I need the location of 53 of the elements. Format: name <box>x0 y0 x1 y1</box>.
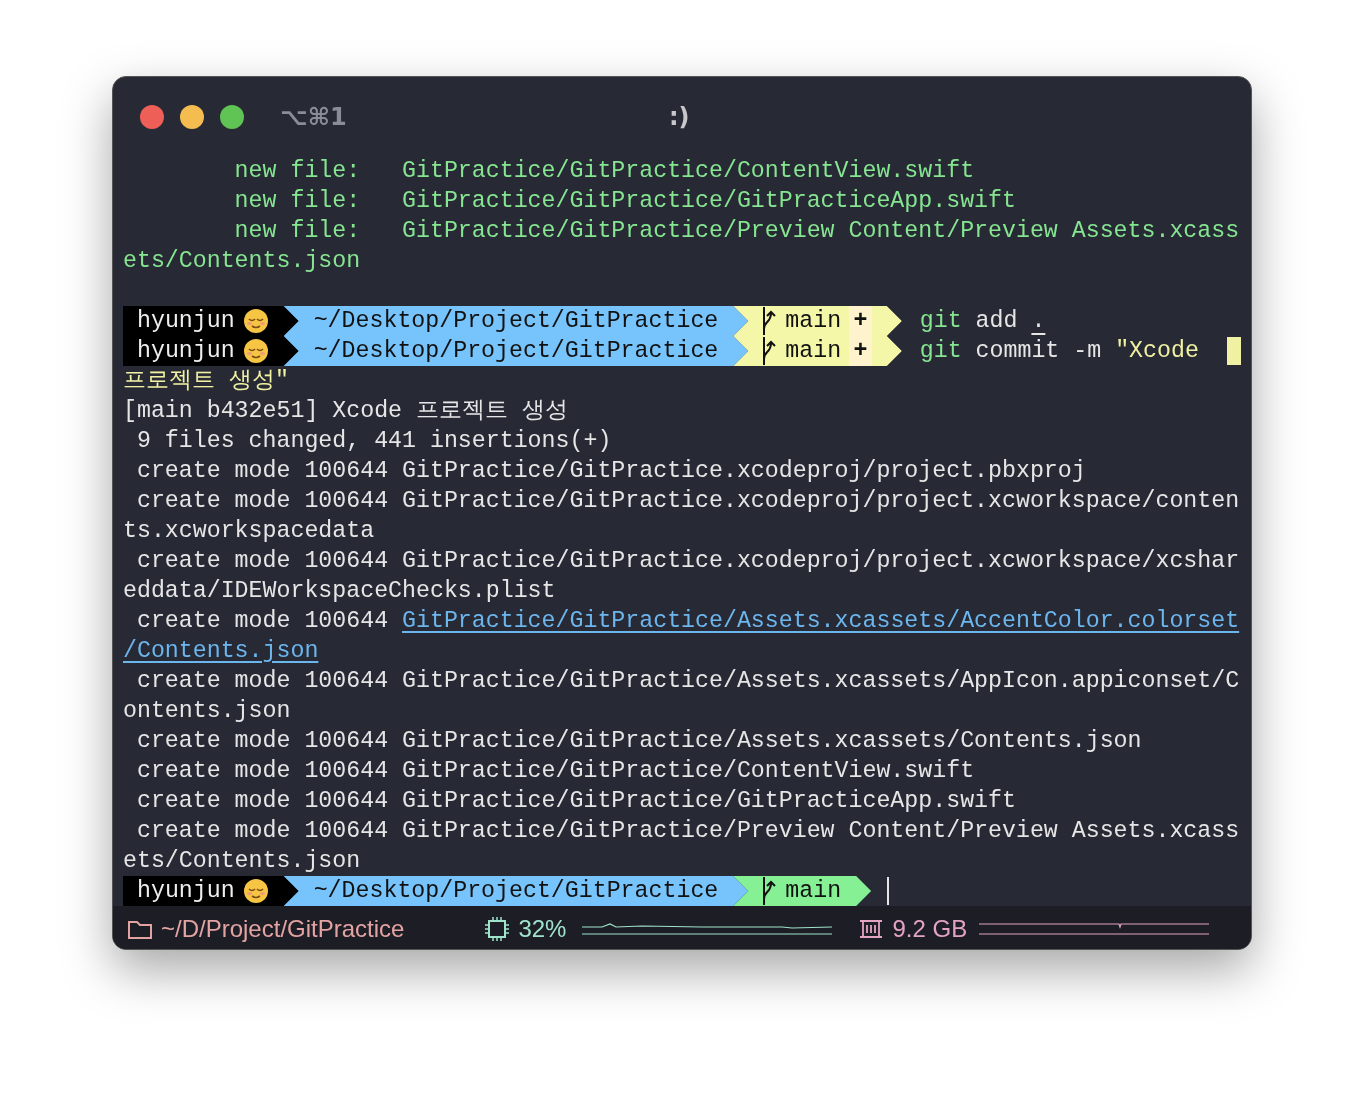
branch-name: main <box>785 337 842 366</box>
window-title: :) <box>669 102 690 133</box>
branch-icon <box>761 337 778 365</box>
user-name: hyunjun <box>137 307 235 336</box>
output-text: create mode 100644 GitPractice/GitPractice.xcodeproj/project.xcworkspace/xcshar <box>135 547 1240 576</box>
directory-text: ~/D/Project/GitPractice <box>161 913 405 944</box>
cpu-usage: 32% <box>518 913 567 944</box>
branch-icon <box>761 877 778 905</box>
command-text: add <box>974 307 1019 336</box>
user-name: hyunjun <box>137 337 235 366</box>
chip-icon <box>484 915 511 942</box>
output-text: new file: GitPractice/GitPractice/GitPracticeApp.swift <box>233 187 1016 216</box>
output-text: ontents.json <box>123 697 291 726</box>
branch-name: main <box>785 877 842 906</box>
command-text: . <box>1031 307 1046 336</box>
output-text: ets/Contents.json <box>123 847 361 876</box>
output-text: eddata/IDEWorkspaceChecks.plist <box>123 577 556 606</box>
output-text: create mode 100644 GitPractice/GitPractice/Assets.xcassets/AppIcon.appiconset/C <box>135 667 1240 696</box>
output-text: create mode 100644 GitPractice/GitPractice.xcodeproj/project.xcworkspace/conten <box>135 487 1240 516</box>
output-text: create mode 100644 <box>135 607 390 636</box>
command-text: git <box>919 307 962 336</box>
output-text: [main b432e51] Xcode 프로젝트 생성 <box>123 397 568 426</box>
output-text: 프로젝트 생성" <box>123 367 289 396</box>
emoji-icon <box>242 338 269 364</box>
output-text: create mode 100644 GitPractice/GitPractice.xcodeproj/project.pbxproj <box>135 457 1086 486</box>
zoom-button[interactable] <box>220 104 244 129</box>
output-text: ets/Contents.json <box>123 247 361 276</box>
output-text: create mode 100644 GitPractice/GitPractice/ContentView.swift <box>135 757 975 786</box>
output-text: create mode 100644 GitPractice/GitPractice/Assets.xcassets/Contents.json <box>135 727 1142 756</box>
user-name: hyunjun <box>137 877 235 906</box>
command-text: "Xcode <box>1115 337 1200 366</box>
emoji-icon <box>242 878 269 904</box>
path-segment: ~/Desktop/Project/GitPractice <box>283 306 749 336</box>
memory-icon <box>858 917 885 940</box>
tab-shortcut: ⌥⌘1 <box>280 101 347 133</box>
command-text: git <box>919 337 962 366</box>
file-link[interactable]: /Contents.json <box>123 636 319 666</box>
close-button[interactable] <box>140 104 164 129</box>
emoji-icon <box>242 308 269 334</box>
output-text: ts.xcworkspacedata <box>123 517 375 546</box>
output-text: create mode 100644 GitPractice/GitPractice/Preview Content/Preview Assets.xcass <box>135 817 1240 846</box>
output-text: 9 files changed, 441 insertions(+) <box>135 427 612 456</box>
memory-usage: 9.2 GB <box>892 913 968 944</box>
branch-name: main <box>785 307 842 336</box>
command-text: commit -m <box>974 337 1103 366</box>
output-text: new file: GitPractice/GitPractice/Preview Content/Preview Assets.xcass <box>233 217 1240 246</box>
output-text: create mode 100644 GitPractice/GitPractice/GitPracticeApp.swift <box>135 787 1016 816</box>
branch-icon <box>761 307 778 335</box>
file-link[interactable]: GitPractice/GitPractice/Assets.xcassets/AccentColor.colorset <box>402 606 1240 636</box>
path-segment: ~/Desktop/Project/GitPractice <box>283 336 749 366</box>
output-text: new file: GitPractice/GitPractice/ContentView.swift <box>233 157 975 186</box>
path-segment: ~/Desktop/Project/GitPractice <box>283 876 749 906</box>
minimize-button[interactable] <box>180 104 204 129</box>
